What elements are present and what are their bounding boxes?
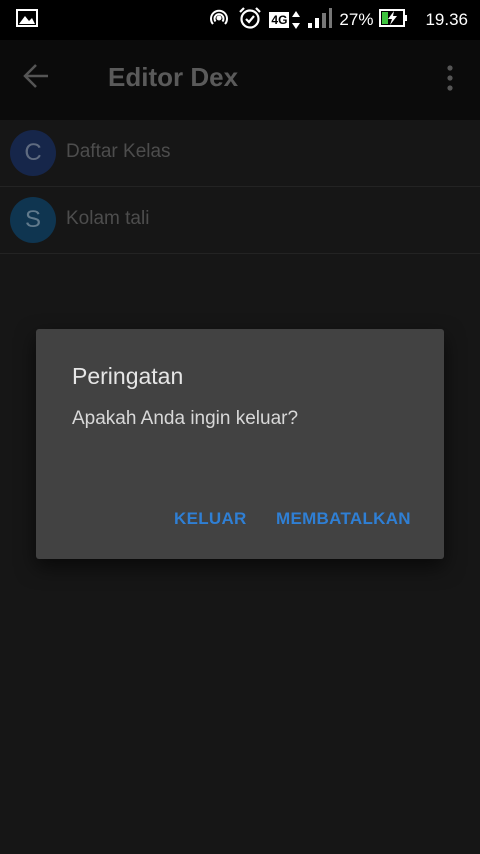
list-item-label: Kolam tali — [66, 208, 150, 229]
overflow-menu-button[interactable] — [446, 64, 458, 96]
4g-icon: 4G — [269, 10, 301, 30]
back-button[interactable] — [22, 62, 62, 98]
status-bar: 4G 27% 19.36 — [0, 0, 480, 40]
alarm-icon — [237, 6, 263, 34]
back-arrow-icon — [23, 64, 48, 88]
cancel-button[interactable]: MEMBATALKAN — [276, 509, 411, 529]
project-list: C Daftar Kelas S Kolam tali — [0, 120, 480, 254]
avatar: S — [10, 197, 56, 243]
gallery-icon — [16, 9, 38, 31]
signal-icon — [307, 7, 333, 33]
dialog-message: Apakah Anda ingin keluar? — [72, 408, 299, 429]
app-bar: Editor Dex — [0, 40, 480, 120]
battery-percent: 27% — [339, 10, 374, 29]
dialog-title: Peringatan — [72, 363, 184, 389]
battery-charging-icon — [379, 8, 409, 32]
page-title: Editor Dex — [108, 62, 239, 92]
clock: 19.36 — [425, 10, 468, 29]
list-item[interactable]: C Daftar Kelas — [0, 120, 480, 187]
hotspot-icon — [207, 7, 231, 33]
exit-button[interactable]: KELUAR — [174, 509, 247, 529]
more-vert-icon — [447, 65, 453, 91]
confirm-exit-dialog: Peringatan Apakah Anda ingin keluar? KEL… — [36, 329, 444, 559]
list-item-label: Daftar Kelas — [66, 141, 171, 162]
avatar: C — [10, 130, 56, 176]
list-item[interactable]: S Kolam tali — [0, 187, 480, 254]
